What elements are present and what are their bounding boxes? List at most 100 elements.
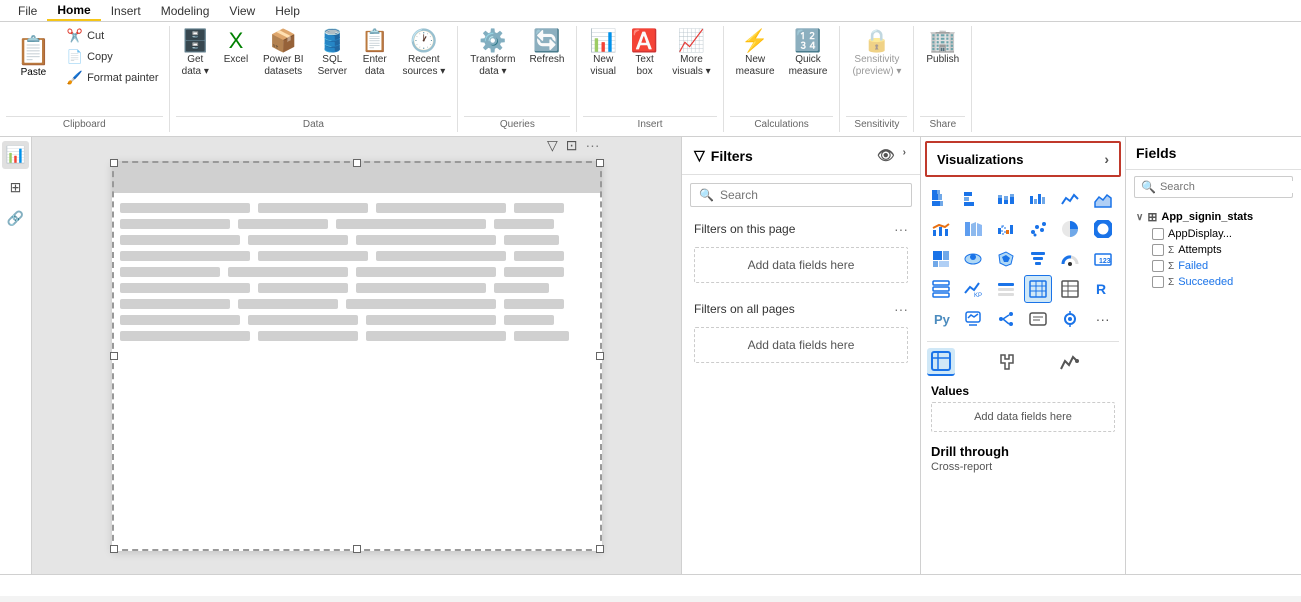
viz-pie-chart[interactable] [1056, 215, 1084, 243]
fields-item-check-succeeded[interactable] [1152, 276, 1164, 288]
model-view-icon[interactable]: 🔗 [3, 206, 28, 231]
viz-stacked-column-chart[interactable] [992, 185, 1020, 213]
add-data-page-button[interactable]: Add data fields here [694, 247, 908, 283]
viz-analytics-button[interactable] [1056, 348, 1084, 376]
more-options-icon[interactable]: ··· [584, 137, 602, 155]
viz-waterfall-chart[interactable] [992, 215, 1020, 243]
sensitivity-button[interactable]: 🔒 Sensitivity(preview) ▾ [846, 26, 907, 82]
menu-view[interactable]: View [219, 2, 265, 20]
filters-chevron-icon[interactable]: › [901, 145, 908, 166]
excel-button[interactable]: X Excel [217, 26, 255, 70]
table-visualization [112, 161, 602, 551]
table-cell [504, 299, 564, 309]
viz-gauge[interactable] [1056, 245, 1084, 273]
paste-label: Paste [21, 67, 47, 78]
filters-on-page-more[interactable]: ··· [894, 221, 908, 237]
focus-mode-icon[interactable]: ⊡ [564, 137, 580, 156]
data-view-icon[interactable]: ⊞ [6, 175, 26, 200]
more-visuals-button[interactable]: 📈 Morevisuals ▾ [666, 26, 716, 82]
copy-button[interactable]: 📄 Copy [63, 47, 163, 67]
publish-button[interactable]: 🏢 Publish [920, 26, 965, 70]
viz-ai-insights[interactable] [959, 305, 987, 333]
enter-data-button[interactable]: 📋 Enterdata [355, 26, 394, 82]
viz-clustered-column-chart[interactable] [1024, 185, 1052, 213]
table-cell [376, 251, 506, 261]
text-box-button[interactable]: 🅰️ Textbox [625, 26, 664, 82]
fields-item-attempts[interactable]: Σ Attempts [1132, 242, 1295, 258]
fields-item-failed[interactable]: Σ Failed [1132, 258, 1295, 274]
get-data-button[interactable]: 🗄️ Getdata ▾ [176, 26, 215, 82]
transform-data-button[interactable]: ⚙️ Transformdata ▾ [464, 26, 521, 82]
fields-group-header[interactable]: ∨ ⊞ App_signin_stats [1132, 208, 1295, 226]
viz-table[interactable] [1024, 275, 1052, 303]
viz-ribbon-chart[interactable] [959, 215, 987, 243]
fields-item-check-failed[interactable] [1152, 260, 1164, 272]
canvas[interactable]: ▽ ⊡ ··· [112, 161, 602, 551]
refresh-button[interactable]: 🔄 Refresh [523, 26, 570, 70]
menu-help[interactable]: Help [265, 2, 310, 20]
menu-insert[interactable]: Insert [101, 2, 151, 20]
viz-filled-map[interactable] [992, 245, 1020, 273]
values-drop-area[interactable]: Add data fields here [931, 402, 1115, 432]
table-cell [238, 219, 328, 229]
viz-more-icon[interactable]: ··· [1089, 305, 1117, 333]
fields-search-input[interactable] [1160, 181, 1301, 193]
viz-scatter-chart[interactable] [1024, 215, 1052, 243]
viz-line-chart[interactable] [1056, 185, 1084, 213]
viz-funnel-chart[interactable] [1024, 245, 1052, 273]
filters-on-all-pages-more[interactable]: ··· [894, 301, 908, 317]
fields-item-appdisplay[interactable]: AppDisplay... [1132, 226, 1295, 242]
viz-python[interactable]: Py [927, 305, 955, 333]
menu-file[interactable]: File [8, 2, 47, 20]
table-cell [346, 299, 496, 309]
filters-search-box[interactable]: 🔍 [690, 183, 912, 207]
viz-decomp-tree[interactable] [992, 305, 1020, 333]
viz-format-button[interactable] [992, 348, 1020, 376]
new-visual-button[interactable]: 📊 Newvisual [583, 26, 622, 82]
power-bi-datasets-button[interactable]: 📦 Power BIdatasets [257, 26, 310, 82]
viz-map[interactable] [959, 245, 987, 273]
paste-icon: 📋 [16, 34, 51, 67]
format-painter-button[interactable]: 🖌️ Format painter [63, 68, 163, 88]
fields-panel-header: Fields [1126, 137, 1301, 170]
viz-chevron-icon[interactable]: › [1104, 151, 1109, 167]
viz-donut-chart[interactable] [1089, 215, 1117, 243]
viz-clustered-bar-chart[interactable] [959, 185, 987, 213]
viz-card[interactable]: 123 [1089, 245, 1117, 273]
viz-treemap[interactable] [927, 245, 955, 273]
viz-r-script[interactable]: R [1089, 275, 1117, 303]
menu-home[interactable]: Home [47, 1, 100, 21]
recent-sources-button[interactable]: 🕐 Recentsources ▾ [396, 26, 451, 82]
quick-measure-button[interactable]: 🔢 Quickmeasure [783, 26, 834, 82]
cut-button[interactable]: ✂️ Cut [63, 26, 163, 46]
fields-search-box[interactable]: 🔍 [1134, 176, 1293, 198]
viz-line-clustered-chart[interactable] [927, 215, 955, 243]
viz-smart-narrative[interactable] [1024, 305, 1052, 333]
filter-canvas-icon[interactable]: ▽ [545, 137, 560, 156]
paste-button[interactable]: 📋 Paste [10, 30, 57, 82]
sql-server-button[interactable]: 🛢️ SQLServer [312, 26, 353, 82]
fields-item-check-appdisplay[interactable] [1152, 228, 1164, 240]
fields-item-check-attempts[interactable] [1152, 244, 1164, 256]
viz-matrix[interactable] [1056, 275, 1084, 303]
fields-item-succeeded[interactable]: Σ Succeeded [1132, 274, 1295, 290]
table-rows [112, 193, 602, 351]
new-measure-button[interactable]: ⚡ Newmeasure [730, 26, 781, 82]
viz-fields-button[interactable] [927, 348, 955, 376]
filters-eye-icon[interactable]: 👁 [875, 145, 897, 166]
viz-multi-row-card[interactable] [927, 275, 955, 303]
viz-stacked-bar-chart[interactable] [927, 185, 955, 213]
viz-slicer[interactable] [992, 275, 1020, 303]
report-view-icon[interactable]: 📊 [2, 141, 30, 169]
filters-panel: ▽ Filters 👁 › 🔍 Filters on this page ···… [681, 137, 921, 574]
viz-key-influencers[interactable] [1056, 305, 1084, 333]
refresh-icon: 🔄 [533, 30, 560, 52]
viz-area-chart[interactable] [1089, 185, 1117, 213]
filters-search-input[interactable] [720, 188, 903, 202]
add-data-all-pages-button[interactable]: Add data fields here [694, 327, 908, 363]
menu-modeling[interactable]: Modeling [151, 2, 220, 20]
svg-text:Py: Py [934, 312, 950, 327]
table-cell [258, 283, 348, 293]
viz-kpi[interactable]: KPI [959, 275, 987, 303]
table-cell [514, 331, 569, 341]
